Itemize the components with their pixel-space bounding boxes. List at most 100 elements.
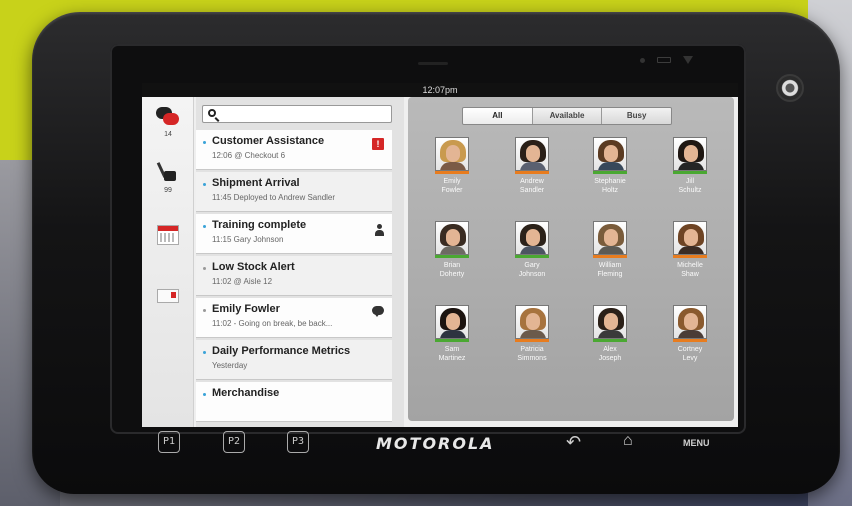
brand-logo: MOTOROLA xyxy=(376,434,495,453)
contact-last-name: Joseph xyxy=(598,355,622,362)
status-time: 12:07pm xyxy=(422,85,458,95)
search-input[interactable] xyxy=(221,106,389,122)
message-subtitle: 11:02 - Going on break, be back... xyxy=(212,319,333,328)
avatar xyxy=(673,305,707,339)
contact-first-name: Jill xyxy=(685,178,695,185)
contact-last-name: Shaw xyxy=(681,271,699,278)
avatar xyxy=(435,305,469,339)
person-icon xyxy=(374,224,384,236)
unread-dot xyxy=(203,351,206,354)
p2-button[interactable]: P2 xyxy=(223,431,245,453)
avatar xyxy=(515,221,549,255)
contact-last-name: Sandler xyxy=(519,187,545,194)
message-item[interactable]: Customer Assistance 12:06 @ Checkout 6 ! xyxy=(196,130,392,170)
contact-last-name: Simmons xyxy=(517,355,547,362)
message-list: Customer Assistance 12:06 @ Checkout 6 !… xyxy=(196,97,404,427)
avatar xyxy=(515,137,549,171)
contact-card[interactable]: Brian Doherty xyxy=(420,221,484,279)
unread-dot xyxy=(203,225,206,228)
message-item[interactable]: Low Stock Alert 11:02 @ Aisle 12 xyxy=(196,256,392,296)
rail-item-messages[interactable]: 14 xyxy=(142,105,194,138)
tab-all[interactable]: All xyxy=(463,108,533,124)
unread-dot xyxy=(203,393,206,396)
tab-busy[interactable]: Busy xyxy=(602,108,671,124)
menu-button[interactable]: MENU xyxy=(683,438,710,448)
avatar xyxy=(435,137,469,171)
mail-icon xyxy=(157,289,179,303)
message-title: Customer Assistance xyxy=(212,135,325,147)
message-item[interactable]: Training complete 11:15 Gary Johnson xyxy=(196,214,392,254)
message-subtitle: 12:06 @ Checkout 6 xyxy=(212,151,286,160)
broom-tag-icon xyxy=(156,161,180,185)
message-title: Shipment Arrival xyxy=(212,177,300,189)
presence-indicator xyxy=(673,339,707,342)
status-bar: 12:07pm xyxy=(142,83,738,97)
contact-card[interactable]: Stephanie Holtz xyxy=(578,137,642,195)
unread-dot xyxy=(203,267,206,270)
status-filter: All Available Busy xyxy=(462,107,672,125)
message-title: Daily Performance Metrics xyxy=(212,345,351,357)
message-title: Training complete xyxy=(212,219,307,231)
avatar xyxy=(435,221,469,255)
signal-icon xyxy=(683,56,693,64)
search-field[interactable] xyxy=(202,105,392,123)
rail-item-mail[interactable] xyxy=(142,289,194,303)
home-icon[interactable]: ⌂ xyxy=(623,432,633,450)
contact-card[interactable]: Michelle Shaw xyxy=(658,221,722,279)
contact-first-name: Michelle xyxy=(677,262,703,269)
rail-item-tasks[interactable]: 99 xyxy=(142,161,194,194)
contact-first-name: Cortney xyxy=(677,346,703,353)
led-icon xyxy=(640,57,645,63)
contact-card[interactable]: William Fleming xyxy=(578,221,642,279)
rail-item-calendar[interactable] xyxy=(142,225,194,245)
message-item[interactable]: Merchandise xyxy=(196,382,392,422)
contact-card[interactable]: Gary Johnson xyxy=(500,221,564,279)
contact-first-name: Emily xyxy=(443,178,461,185)
message-item[interactable]: Daily Performance Metrics Yesterday xyxy=(196,340,392,380)
search-icon xyxy=(208,109,216,117)
back-icon[interactable]: ↶ xyxy=(566,432,581,453)
battery-icon xyxy=(657,57,671,63)
message-item[interactable]: Shipment Arrival 11:45 Deployed to Andre… xyxy=(196,172,392,212)
presence-indicator xyxy=(673,255,707,258)
message-item[interactable]: Emily Fowler 11:02 - Going on break, be … xyxy=(196,298,392,338)
avatar xyxy=(673,137,707,171)
alert-badge: ! xyxy=(372,138,384,150)
tab-available[interactable]: Available xyxy=(532,108,603,124)
contact-first-name: Alex xyxy=(603,346,617,353)
p1-button[interactable]: P1 xyxy=(158,431,180,453)
avatar xyxy=(593,221,627,255)
contact-card[interactable]: Alex Joseph xyxy=(578,305,642,363)
avatar xyxy=(515,305,549,339)
contact-card[interactable]: Patricia Simmons xyxy=(500,305,564,363)
message-subtitle: Yesterday xyxy=(212,361,248,370)
presence-indicator xyxy=(435,171,469,174)
presence-indicator xyxy=(435,255,469,258)
contact-card[interactable]: Sam Martinez xyxy=(420,305,484,363)
presence-indicator xyxy=(593,171,627,174)
contact-first-name: Andrew xyxy=(520,178,544,185)
presence-indicator xyxy=(515,339,549,342)
contact-last-name: Johnson xyxy=(518,271,546,278)
contact-card[interactable]: Jill Schultz xyxy=(658,137,722,195)
unread-dot xyxy=(203,309,206,312)
contact-first-name: Sam xyxy=(444,346,460,353)
camera-lens xyxy=(776,74,804,102)
contact-first-name: Stephanie xyxy=(594,178,626,185)
contact-last-name: Doherty xyxy=(439,271,465,278)
speaker-grille xyxy=(418,62,448,65)
contact-card[interactable]: Cortney Levy xyxy=(658,305,722,363)
contact-last-name: Holtz xyxy=(602,187,618,194)
presence-indicator xyxy=(515,171,549,174)
unread-dot xyxy=(203,183,206,186)
chat-bubble-icon xyxy=(372,306,384,317)
p3-button[interactable]: P3 xyxy=(287,431,309,453)
contact-card[interactable]: Andrew Sandler xyxy=(500,137,564,195)
rail-count: 14 xyxy=(164,131,172,138)
contact-last-name: Schultz xyxy=(678,187,702,194)
hardware-indicators xyxy=(640,56,693,64)
contact-card[interactable]: Emily Fowler xyxy=(420,137,484,195)
contact-last-name: Fleming xyxy=(597,271,623,278)
app-rail: 14 99 xyxy=(142,97,194,427)
contact-first-name: Gary xyxy=(524,262,540,269)
